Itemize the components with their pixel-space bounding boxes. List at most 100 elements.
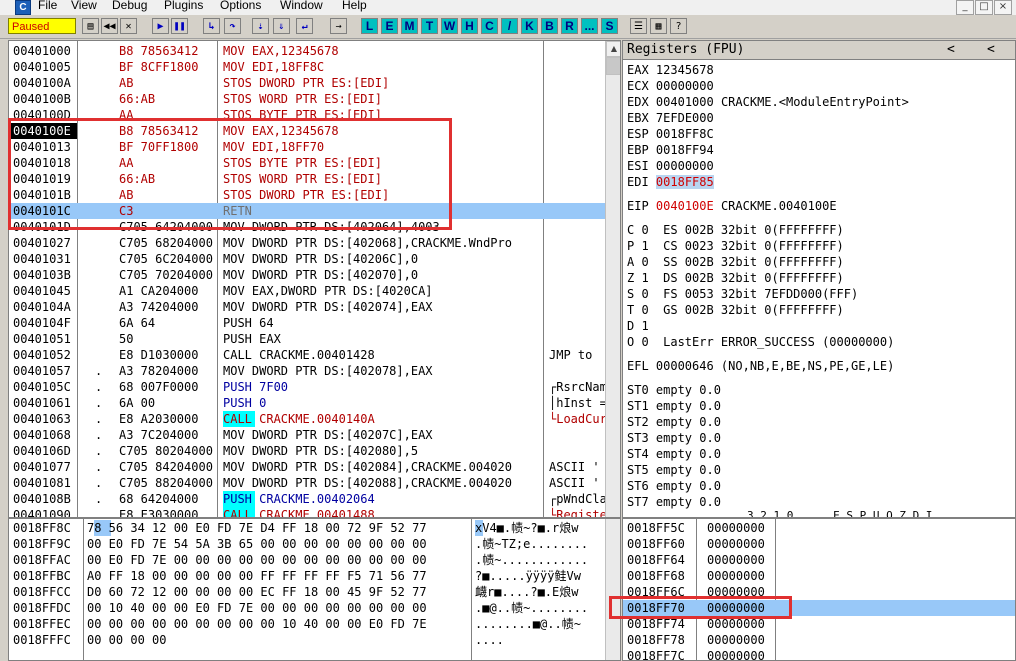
window-patches-button[interactable]: /	[501, 18, 518, 34]
flag-row[interactable]: T 0 GS 002B 32bit 0(FFFFFFFF)	[627, 302, 844, 318]
fpu-register[interactable]: ST6 empty 0.0	[627, 478, 721, 494]
dump-row[interactable]: 0018FFCC D0 60 72 12 00 00 00 00 EC FF 18…	[9, 584, 620, 600]
menu-file[interactable]: File	[37, 0, 58, 13]
register-esi[interactable]: ESI 00000000	[627, 158, 721, 174]
disasm-row[interactable]: 00401045 A1 CA204000 MOV EAX,DWORD PTR DS:…	[9, 283, 620, 299]
window-windows-button[interactable]: W	[441, 18, 458, 34]
disassembly-pane[interactable]: 00401000 B8 78563412 MOV EAX,12345678 00401…	[8, 40, 621, 518]
scroll-up-icon[interactable]: ▲	[606, 41, 620, 57]
fpu-register[interactable]: ST7 empty 0.0	[627, 494, 721, 510]
trace-into-icon[interactable]: ⇣	[252, 18, 269, 34]
window-memory-button[interactable]: M	[401, 18, 418, 34]
disasm-row[interactable]: 0040103B C705 70204000 MOV DWORD PTR DS:[4…	[9, 267, 620, 283]
register-esp[interactable]: ESP 0018FF8C	[627, 126, 721, 142]
disasm-row[interactable]: 0040106D. C705 80204000 MOV DWORD PTR DS:[…	[9, 443, 620, 459]
fpu-register[interactable]: ST3 empty 0.0	[627, 430, 721, 446]
scroll-thumb[interactable]	[606, 57, 620, 75]
run-icon[interactable]: ▶	[152, 18, 169, 34]
menu-plugins[interactable]: Plugins	[163, 0, 204, 13]
menu-help[interactable]: Help	[341, 0, 368, 13]
disasm-row[interactable]: 00401005 BF 8CFF1800 MOV EDI,18FF8C	[9, 59, 620, 75]
disasm-row[interactable]: 00401090. E8 E3030000 CALL CRACKME.0040148…	[9, 507, 620, 517]
disasm-row[interactable]: 00401068. A3 7C204000 MOV DWORD PTR DS:[40…	[9, 427, 620, 443]
fpu-register[interactable]: ST0 empty 0.0	[627, 382, 721, 398]
fpu-register[interactable]: ST4 empty 0.0	[627, 446, 721, 462]
window-breakpoints-button[interactable]: B	[541, 18, 558, 34]
flag-row[interactable]: D 1	[627, 318, 649, 334]
flag-row[interactable]: P 1 CS 0023 32bit 0(FFFFFFFF)	[627, 238, 844, 254]
pause-icon[interactable]: ❚❚	[171, 18, 188, 34]
window-callstack-button[interactable]: K	[521, 18, 538, 34]
disasm-row[interactable]: 00401051 50 PUSH EAX	[9, 331, 620, 347]
disasm-row[interactable]: 0040100A AB STOS DWORD PTR ES:[EDI]	[9, 75, 620, 91]
register-ebp[interactable]: EBP 0018FF94	[627, 142, 721, 158]
options-grid-icon[interactable]: ▦	[650, 18, 667, 34]
flag-row[interactable]: Z 1 DS 002B 32bit 0(FFFFFFFF)	[627, 270, 844, 286]
dump-row[interactable]: 0018FF8C 78 56 34 12 00 E0 FD 7E D4 FF 18…	[9, 520, 620, 536]
fpu-register[interactable]: ST1 empty 0.0	[627, 398, 721, 414]
help-icon[interactable]: ?	[670, 18, 687, 34]
flag-row[interactable]: A 0 SS 002B 32bit 0(FFFFFFFF)	[627, 254, 844, 270]
flag-row[interactable]: C 0 ES 002B 32bit 0(FFFFFFFF)	[627, 222, 844, 238]
disasm-row[interactable]: 00401063. E8 A2030000 CALL CRACKME.0040140…	[9, 411, 620, 427]
window-source-button[interactable]: S	[601, 18, 618, 34]
dump-row[interactable]: 0018FFEC 00 00 00 00 00 00 00 00 00 10 40…	[9, 616, 620, 632]
dump-row[interactable]: 0018FFBC A0 FF 18 00 00 00 00 00 FF FF FF…	[9, 568, 620, 584]
disasm-row[interactable]: 00401052 E8 D1030000 CALL CRACKME.00401428…	[9, 347, 620, 363]
dump-row[interactable]: 0018FF9C 00 E0 FD 7E 54 5A 3B 65 00 00 00…	[9, 536, 620, 552]
rewind-icon[interactable]: ◀◀	[101, 18, 118, 34]
goto-icon[interactable]: →	[330, 18, 347, 34]
disasm-row[interactable]: 00401027 C705 68204000 MOV DWORD PTR DS:[4…	[9, 235, 620, 251]
stack-row[interactable]: 0018FF78 00000000	[623, 632, 1015, 648]
window-cpu-button[interactable]: C	[481, 18, 498, 34]
stack-row[interactable]: 0018FF7C 00000000	[623, 648, 1015, 660]
step-over-icon[interactable]: ↷	[224, 18, 241, 34]
window-references-button[interactable]: R	[561, 18, 578, 34]
stack-row[interactable]: 0018FF68 00000000	[623, 568, 1015, 584]
list-icon[interactable]: ☰	[630, 18, 647, 34]
dump-row[interactable]: 0018FFDC 00 10 40 00 00 E0 FD 7E 00 00 00…	[9, 600, 620, 616]
stack-row[interactable]: 0018FF64 00000000	[623, 552, 1015, 568]
dump-pane[interactable]: 0018FF8C 78 56 34 12 00 E0 FD 7E D4 FF 18…	[8, 518, 621, 661]
menu-options[interactable]: Options	[219, 0, 262, 13]
close-button[interactable]: ×	[994, 0, 1012, 15]
register-ebx[interactable]: EBX 7EFDE000	[627, 110, 721, 126]
window-handles-button[interactable]: H	[461, 18, 478, 34]
trace-over-icon[interactable]: ⇓	[273, 18, 290, 34]
registers-nav-next-icon[interactable]: <	[987, 41, 995, 59]
fpu-register[interactable]: ST2 empty 0.0	[627, 414, 721, 430]
registers-nav-prev-icon[interactable]: <	[947, 41, 955, 59]
eflags-row[interactable]: EFL 00000646 (NO,NB,E,BE,NS,PE,GE,LE)	[627, 358, 894, 374]
disasm-row[interactable]: 00401081. C705 88204000 MOV DWORD PTR DS:[…	[9, 475, 620, 491]
restore-button[interactable]: □	[975, 0, 993, 15]
stack-row[interactable]: 0018FF5C 00000000	[623, 520, 1015, 536]
disasm-row[interactable]: 00401000 B8 78563412 MOV EAX,12345678	[9, 43, 620, 59]
stack-pane[interactable]: 0018FF5C 00000000 0018FF60 00000000 0018FF64…	[622, 518, 1016, 661]
open-icon[interactable]: ▤	[82, 18, 99, 34]
flag-row[interactable]: O 0 LastErr ERROR_SUCCESS (00000000)	[627, 334, 894, 350]
registers-pane[interactable]: Registers (FPU) < < EAX 12345678 ECX 000…	[622, 40, 1016, 518]
step-into-icon[interactable]: ↳	[203, 18, 220, 34]
dump-row[interactable]: 0018FFFC 00 00 00 00....	[9, 632, 620, 648]
dump-row[interactable]: 0018FFAC 00 E0 FD 7E 00 00 00 00 00 00 00…	[9, 552, 620, 568]
disasm-row[interactable]: 00401057. A3 78204000 MOV DWORD PTR DS:[40…	[9, 363, 620, 379]
disasm-row[interactable]: 0040104A A3 74204000 MOV DWORD PTR DS:[402…	[9, 299, 620, 315]
register-edi[interactable]: EDI 0018FF85	[627, 174, 721, 190]
disassembly-scrollbar[interactable]: ▲	[605, 41, 620, 517]
window-threads-button[interactable]: T	[421, 18, 438, 34]
window-runtrace-button[interactable]: ...	[581, 18, 598, 34]
app-icon[interactable]: C	[15, 0, 31, 15]
menu-window[interactable]: Window	[279, 0, 324, 13]
disasm-row[interactable]: 00401031 C705 6C204000 MOV DWORD PTR DS:[4…	[9, 251, 620, 267]
register-eax[interactable]: EAX 12345678	[627, 62, 721, 78]
execute-till-return-icon[interactable]: ↵	[296, 18, 313, 34]
disasm-row[interactable]: 00401077. C705 84204000 MOV DWORD PTR DS:[…	[9, 459, 620, 475]
menu-view[interactable]: View	[70, 0, 98, 13]
register-ecx[interactable]: ECX 00000000	[627, 78, 721, 94]
disasm-row[interactable]: 0040105C. 68 007F0000 PUSH 7F00 ┌RsrcNam	[9, 379, 620, 395]
disasm-row[interactable]: 0040104F 6A 64 PUSH 64	[9, 315, 620, 331]
register-edx[interactable]: EDX 00401000 CRACKME.<ModuleEntryPoint>	[627, 94, 909, 110]
window-modules-button[interactable]: E	[381, 18, 398, 34]
disasm-row[interactable]: 00401061. 6A 00 PUSH 0 │hInst =	[9, 395, 620, 411]
fpu-register[interactable]: ST5 empty 0.0	[627, 462, 721, 478]
